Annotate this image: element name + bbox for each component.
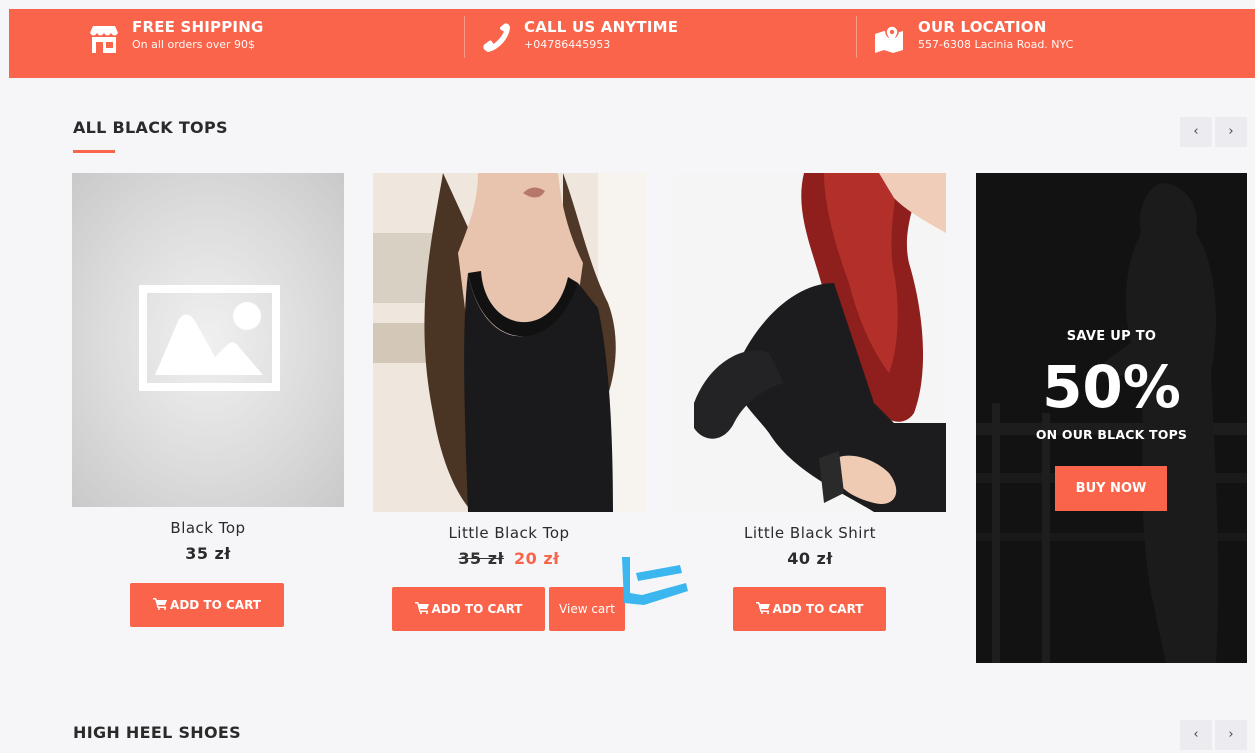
divider — [856, 16, 857, 58]
promo-banner[interactable]: SAVE UP TO 50% ON OUR BLACK TOPS BUY NOW — [976, 173, 1247, 663]
carousel-next-button[interactable]: › — [1215, 117, 1247, 147]
store-icon — [90, 26, 118, 53]
info-subtitle: On all orders over 90$ — [132, 38, 256, 51]
info-title: CALL US ANYTIME — [524, 18, 679, 36]
phone-icon — [483, 23, 510, 52]
info-subtitle: +04786445953 — [524, 38, 611, 51]
promo-line2: ON OUR BLACK TOPS — [1035, 427, 1188, 442]
promo-percent: 50% — [1042, 353, 1181, 421]
info-title: OUR LOCATION — [918, 18, 1047, 36]
product-price: 35 zł — [185, 544, 231, 563]
product-card: Black Top 35 zł ADD TO CART — [72, 173, 344, 627]
product-card: Little Black Shirt 40 zł ADD TO CART — [674, 173, 946, 631]
product-name[interactable]: Black Top — [72, 519, 344, 537]
button-label: ADD TO CART — [772, 602, 864, 616]
add-to-cart-button[interactable]: ADD TO CART — [733, 587, 886, 631]
cart-icon — [755, 602, 770, 614]
divider — [464, 16, 465, 58]
woman-black-shirt-photo — [674, 173, 946, 512]
view-cart-button[interactable]: View cart — [549, 587, 625, 631]
cart-icon — [414, 602, 429, 614]
product-name[interactable]: Little Black Top — [373, 524, 645, 542]
buy-now-button[interactable]: BUY NOW — [1055, 466, 1167, 511]
image-placeholder-icon — [139, 285, 280, 391]
add-to-cart-button[interactable]: ADD TO CART — [130, 583, 284, 627]
carousel-prev-button[interactable]: ‹ — [1180, 117, 1212, 147]
map-icon — [875, 25, 903, 53]
cart-icon — [153, 598, 168, 610]
annotation-arrow-icon — [622, 557, 688, 605]
product-card: Little Black Top 35 zł 20 zł ADD TO CART … — [373, 173, 645, 631]
info-subtitle: 557-6308 Lacinia Road. NYC — [918, 38, 1074, 51]
product-name[interactable]: Little Black Shirt — [674, 524, 946, 542]
carousel-next-button[interactable]: › — [1215, 720, 1247, 750]
info-title: FREE SHIPPING — [132, 18, 264, 36]
sale-price: 20 zł — [514, 549, 560, 568]
section-underline — [73, 150, 115, 153]
old-price: 35 zł — [458, 549, 504, 568]
product-image[interactable] — [373, 173, 645, 512]
add-to-cart-button[interactable]: ADD TO CART — [392, 587, 545, 631]
button-label: ADD TO CART — [170, 598, 261, 612]
carousel-prev-button[interactable]: ‹ — [1180, 720, 1212, 750]
section-title: ALL BLACK TOPS — [73, 118, 228, 137]
product-image[interactable] — [72, 173, 344, 507]
product-price: 35 zł 20 zł — [373, 549, 645, 568]
button-label: ADD TO CART — [431, 602, 523, 616]
section-title: HIGH HEEL SHOES — [73, 723, 241, 742]
product-image[interactable] — [674, 173, 946, 512]
woman-black-tank-top-photo — [373, 173, 645, 512]
product-price: 40 zł — [787, 549, 833, 568]
info-bar: FREE SHIPPING On all orders over 90$ CAL… — [9, 9, 1255, 78]
promo-line1: SAVE UP TO — [1066, 329, 1157, 344]
